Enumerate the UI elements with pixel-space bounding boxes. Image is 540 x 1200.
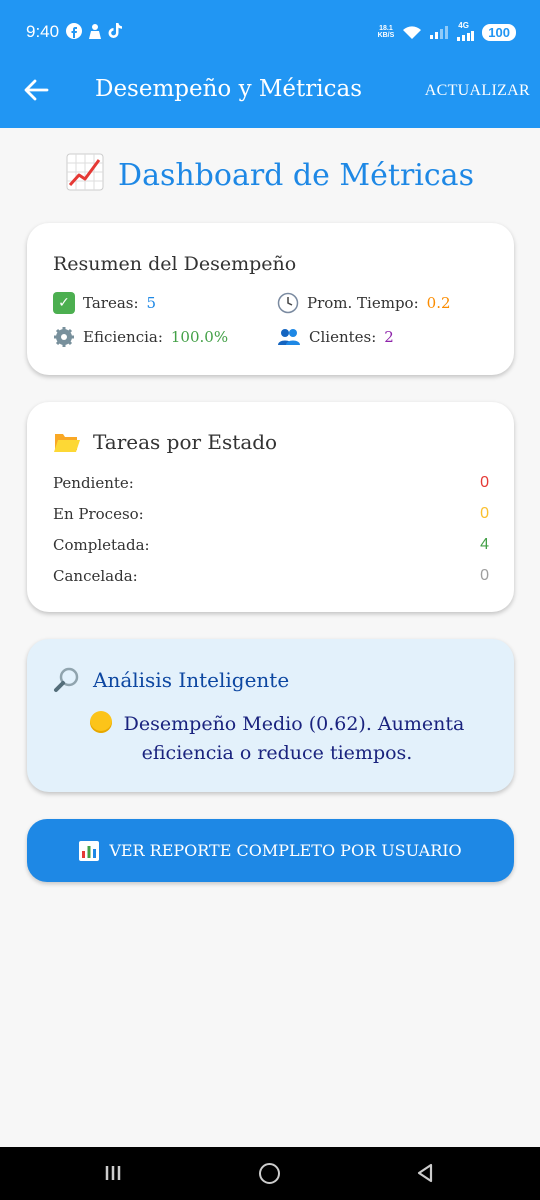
system-icons: 18.1 KB/S 4G 100 [377,21,516,41]
summary-card: Resumen del Desempeño ✓ Tareas: 5 Prom. … [27,223,514,375]
eficiencia-value: 100.0% [170,328,229,346]
battery-icon: 100 [482,23,516,41]
folder-open-icon [54,434,80,452]
recent-apps-icon[interactable] [104,1164,122,1182]
signal-icon [430,25,449,39]
refresh-button[interactable]: ACTUALIZAR [425,82,530,100]
back-arrow-icon[interactable] [22,76,50,104]
wifi-icon [403,25,422,39]
summary-title: Resumen del Desempeño [53,253,297,275]
stat-tiempo: Prom. Tiempo: 0.2 [277,292,451,314]
magnifier-icon [54,667,79,692]
tareas-value: 5 [146,294,157,312]
analysis-text: Desempeño Medio (0.62). Aumenta eficienc… [67,710,487,768]
person-icon [89,23,101,39]
view-report-label: VER REPORTE COMPLETO POR USUARIO [109,841,462,860]
clientes-value: 2 [384,328,394,346]
status-bar: 9:40 18.1 KB/S 4G 100 [0,0,540,54]
signal-4g-icon: 4G [456,21,475,41]
yellow-circle-icon [89,711,112,733]
bar-chart-icon [79,840,100,861]
analysis-card: Análisis Inteligente Desempeño Medio (0.… [27,639,514,792]
analysis-title: Análisis Inteligente [53,666,289,694]
system-nav-bar [0,1147,540,1200]
home-icon[interactable] [259,1163,280,1184]
page-title: Desempeño y Métricas [95,76,363,102]
notification-icons [66,22,123,39]
status-row-pendiente: Pendiente: 0 [53,474,489,492]
status-card-title: Tareas por Estado [53,430,277,454]
stat-clientes: Clientes: 2 [277,326,394,348]
gear-icon [54,327,74,347]
dashboard-title: Dashboard de Métricas [0,153,540,193]
nav-back-icon[interactable] [416,1163,434,1183]
status-row-completada: Completada: 4 [53,536,489,554]
tiempo-value: 0.2 [426,294,451,312]
stat-tareas: ✓ Tareas: 5 [53,292,156,314]
network-speed: 18.1 KB/S [377,25,395,39]
check-icon: ✓ [53,292,75,314]
status-time: 9:40 [26,22,60,41]
stat-eficiencia: Eficiencia: 100.0% [53,326,228,348]
facebook-icon [66,22,82,39]
clock-icon [277,292,299,314]
tiktok-icon [108,23,122,38]
app-bar: Desempeño y Métricas ACTUALIZAR [0,54,540,128]
status-row-cancelada: Cancelada: 0 [53,567,489,585]
dashboard-title-text: Dashboard de Métricas [118,158,474,193]
status-card: Tareas por Estado Pendiente: 0 En Proces… [27,402,514,612]
people-icon [278,329,300,345]
status-row-en-proceso: En Proceso: 0 [53,505,489,523]
chart-increasing-icon [66,153,104,191]
view-report-button[interactable]: VER REPORTE COMPLETO POR USUARIO [27,819,514,882]
